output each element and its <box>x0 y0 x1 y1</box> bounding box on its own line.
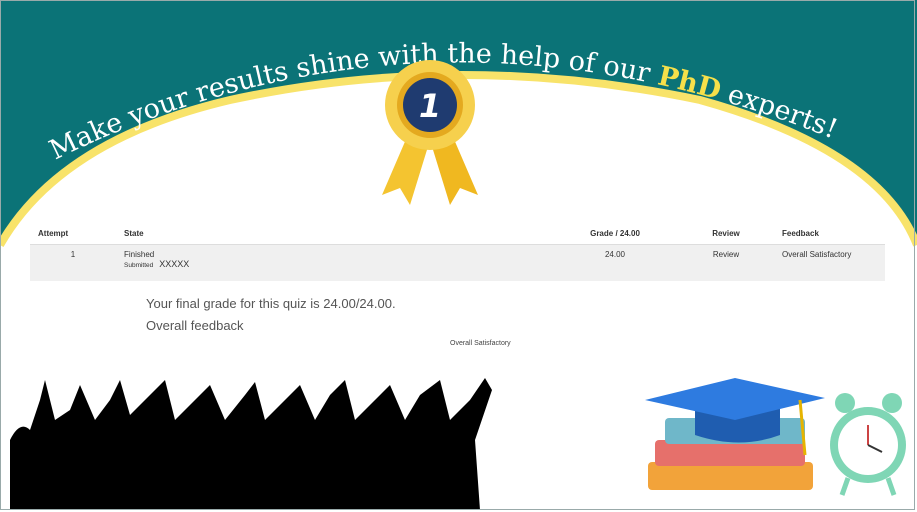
image-frame <box>0 0 915 510</box>
